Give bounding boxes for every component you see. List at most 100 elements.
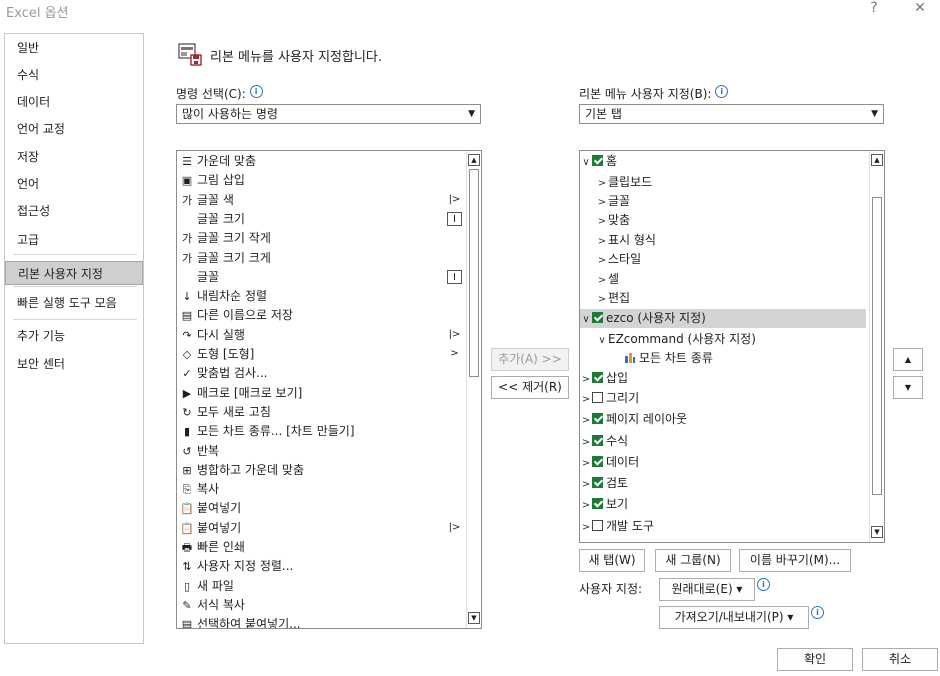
ribbon-tree-item[interactable]: > 데이터	[580, 453, 866, 472]
command-item[interactable]: 글꼴 크기 I	[177, 210, 465, 229]
command-item[interactable]: 🖶 빠른 인쇄	[177, 538, 465, 557]
tab-checkbox[interactable]	[592, 155, 603, 166]
ribbon-tree-item[interactable]: > 보기	[580, 495, 866, 514]
collapse-chevron-icon[interactable]: >	[596, 212, 608, 231]
ribbon-tree-item[interactable]: > 표시 형식	[580, 231, 866, 250]
collapse-chevron-icon[interactable]: >	[580, 518, 592, 537]
help-button[interactable]: ?	[864, 0, 884, 16]
collapse-chevron-icon[interactable]: >	[580, 411, 592, 430]
ribbon-tree-item[interactable]: ∨ EZcommand (사용자 지정)	[580, 330, 866, 349]
command-item[interactable]: ↻ 모두 새로 고침	[177, 403, 465, 422]
collapse-chevron-icon[interactable]: >	[596, 232, 608, 251]
tab-checkbox[interactable]	[592, 392, 603, 403]
scroll-down-icon[interactable]: ▼	[468, 612, 480, 624]
rename-button[interactable]: 이름 바꾸기(M)...	[739, 549, 851, 572]
command-item[interactable]: 글꼴 I	[177, 268, 465, 287]
ribbon-tree-item[interactable]: > 페이지 레이아웃	[580, 410, 866, 429]
command-item[interactable]: 가 글꼴 크기 작게	[177, 229, 465, 248]
close-button[interactable]: ✕	[910, 0, 930, 16]
nav-item[interactable]: 빠른 실행 도구 모음	[5, 291, 143, 315]
ribbon-tree-item[interactable]: > 검토	[580, 474, 866, 493]
expand-chevron-icon[interactable]: ∨	[580, 153, 592, 172]
add-button[interactable]: 추가(A) >>	[491, 348, 569, 371]
move-down-button[interactable]: ▼	[893, 376, 923, 399]
collapse-chevron-icon[interactable]: >	[580, 454, 592, 473]
tab-checkbox[interactable]	[592, 477, 603, 488]
info-icon[interactable]: i	[715, 85, 729, 98]
tab-checkbox[interactable]	[592, 520, 603, 531]
command-item[interactable]: ⎘ 복사	[177, 480, 465, 499]
command-item[interactable]: ↓ 내림차순 정렬	[177, 287, 465, 306]
ribbon-tree-item[interactable]: > 삽입	[580, 369, 866, 388]
scroll-up-icon[interactable]: ▲	[468, 154, 480, 166]
ribbon-tree-item[interactable]: ∨ ezco (사용자 지정)	[580, 309, 866, 328]
ribbon-tree[interactable]: ∨ 홈 > 클립보드 > 글꼴 > 맞춤 > 표시 형식 > 스타일 > 셀 > 편집 ∨ ezco (사용자 지…	[579, 150, 885, 543]
ribbon-tree-item[interactable]: > 클립보드	[580, 173, 866, 192]
command-item[interactable]: 📋 붙여넣기 |>	[177, 519, 465, 538]
command-item[interactable]: ▶ 매크로 [매크로 보기]	[177, 384, 465, 403]
commands-scrollbar[interactable]: ▲ ▼	[466, 151, 481, 628]
remove-button[interactable]: << 제거(R)	[491, 376, 569, 399]
command-item[interactable]: ↺ 반복	[177, 442, 465, 461]
command-item[interactable]: ▮ 모든 차트 종류... [차트 만들기]	[177, 422, 465, 441]
ribbon-scrollbar[interactable]: ▲ ▼	[869, 151, 884, 542]
nav-item[interactable]: 언어	[5, 172, 143, 196]
tab-checkbox[interactable]	[592, 413, 603, 424]
ribbon-tree-item[interactable]: > 스타일	[580, 250, 866, 269]
ribbon-tree-item[interactable]: > 맞춤	[580, 211, 866, 230]
ribbon-select[interactable]: 기본 탭 ▼	[579, 104, 884, 124]
scroll-up-icon[interactable]: ▲	[871, 154, 883, 166]
nav-item[interactable]: 수식	[5, 63, 143, 87]
command-item[interactable]: ◇ 도형 [도형] >	[177, 345, 465, 364]
info-icon[interactable]: i	[249, 85, 263, 98]
ribbon-tree-item[interactable]: > 수식	[580, 432, 866, 451]
ribbon-tree-item[interactable]: > 편집	[580, 289, 866, 308]
command-item[interactable]: ▤ 다른 이름으로 저장	[177, 306, 465, 325]
command-item[interactable]: ↷ 다시 실행 |>	[177, 326, 465, 345]
command-item[interactable]: ▯ 새 파일	[177, 577, 465, 596]
nav-item[interactable]: 데이터	[5, 90, 143, 114]
command-item[interactable]: ▤ 선택하여 붙여넣기...	[177, 615, 465, 628]
tab-checkbox[interactable]	[592, 312, 603, 323]
ribbon-tree-item[interactable]: ∨ 홈	[580, 152, 866, 171]
new-tab-button[interactable]: 새 탭(W)	[579, 549, 645, 572]
nav-item[interactable]: 일반	[5, 36, 143, 60]
command-item[interactable]: ✓ 맞춤법 검사...	[177, 364, 465, 383]
command-item[interactable]: ▣ 그림 삽입	[177, 171, 465, 190]
reset-button[interactable]: 원래대로(E) ▾	[659, 578, 755, 601]
nav-item[interactable]: 보안 센터	[5, 352, 143, 376]
ribbon-tree-item[interactable]: 모든 차트 종류	[580, 349, 866, 368]
command-item[interactable]: 가 글꼴 색 |>	[177, 191, 465, 210]
collapse-chevron-icon[interactable]: >	[580, 433, 592, 452]
commands-select[interactable]: 많이 사용하는 명령 ▼	[176, 104, 481, 124]
nav-item[interactable]: 접근성	[5, 199, 143, 223]
collapse-chevron-icon[interactable]: >	[596, 271, 608, 290]
ribbon-tree-item[interactable]: > 셀	[580, 270, 866, 289]
command-item[interactable]: ✎ 서식 복사	[177, 596, 465, 615]
nav-item[interactable]: 고급	[5, 228, 143, 252]
tab-checkbox[interactable]	[592, 435, 603, 446]
ribbon-tree-item[interactable]: > 글꼴	[580, 192, 866, 211]
expand-chevron-icon[interactable]: ∨	[580, 310, 592, 329]
ok-button[interactable]: 확인	[777, 648, 853, 671]
commands-list[interactable]: ☰ 가운데 맞춤 ▣ 그림 삽입 가 글꼴 색 |> 글꼴 크기 I 가 글꼴 크기 작게 가 글꼴 크…	[176, 150, 482, 629]
info-icon[interactable]: i	[811, 606, 824, 619]
ribbon-tree-item[interactable]: > 그리기	[580, 389, 866, 408]
command-item[interactable]: ⇅ 사용자 지정 정렬...	[177, 557, 465, 576]
command-item[interactable]: 📋 붙여넣기	[177, 499, 465, 518]
nav-item[interactable]: 추가 기능	[5, 324, 143, 348]
new-group-button[interactable]: 새 그룹(N)	[655, 549, 731, 572]
command-item[interactable]: ☰ 가운데 맞춤	[177, 152, 465, 171]
scroll-thumb[interactable]	[469, 169, 479, 377]
collapse-chevron-icon[interactable]: >	[596, 174, 608, 193]
move-up-button[interactable]: ▲	[893, 348, 923, 371]
collapse-chevron-icon[interactable]: >	[580, 390, 592, 409]
command-item[interactable]: 가 글꼴 크기 크게	[177, 249, 465, 268]
collapse-chevron-icon[interactable]: >	[580, 370, 592, 389]
tab-checkbox[interactable]	[592, 456, 603, 467]
scroll-down-icon[interactable]: ▼	[871, 526, 883, 538]
tab-checkbox[interactable]	[592, 498, 603, 509]
collapse-chevron-icon[interactable]: >	[596, 193, 608, 212]
nav-item[interactable]: 리본 사용자 지정	[5, 261, 143, 285]
ribbon-tree-item[interactable]: > 개발 도구	[580, 517, 866, 536]
